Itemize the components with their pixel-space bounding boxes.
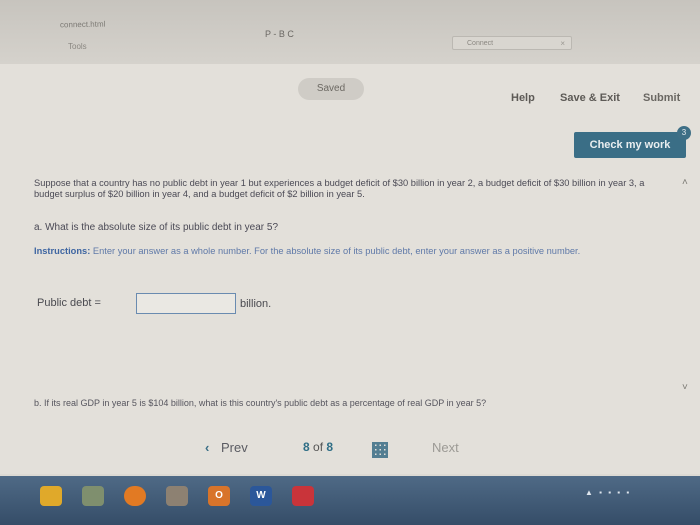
prev-button[interactable]: ‹ Prev [205, 440, 248, 462]
question-text: Suppose that a country has no public deb… [34, 178, 645, 199]
address-url[interactable]: connect.html [60, 20, 106, 30]
help-link[interactable]: Help [511, 92, 535, 104]
outlook-icon[interactable]: O [208, 486, 230, 506]
instructions-text: Enter your answer as a whole number. For… [92, 246, 581, 256]
public-debt-label: Public debt = [37, 297, 101, 309]
total-pages: 8 [326, 440, 334, 454]
check-my-work-button[interactable]: Check my work [574, 132, 686, 158]
instructions: Instructions: Enter your answer as a who… [34, 246, 674, 257]
address-bar-icons[interactable]: P - B C [265, 29, 294, 39]
app-icon[interactable] [292, 486, 314, 506]
tab-close-icon[interactable]: × [560, 37, 565, 51]
prev-label: Prev [220, 440, 248, 455]
current-page: 8 [303, 440, 310, 454]
browser-tab[interactable]: Connect × [452, 36, 572, 50]
submit-link[interactable]: Submit [643, 92, 680, 104]
next-label: Next [432, 440, 459, 455]
question-grid-icon[interactable] [372, 442, 388, 458]
saved-status-badge: Saved [298, 78, 364, 100]
of-label: of [313, 440, 324, 454]
tools-menu[interactable]: Tools [68, 42, 87, 51]
browser-chrome: connect.html P - B C Tools Connect × [0, 0, 700, 64]
firefox-icon[interactable] [124, 486, 146, 506]
part-a-prompt: a. What is the absolute size of its publ… [34, 222, 279, 233]
instructions-label: Instructions: [34, 246, 91, 256]
save-exit-link[interactable]: Save & Exit [560, 92, 620, 104]
chevron-left-icon: ‹ [205, 440, 210, 455]
tab-title: Connect [467, 40, 494, 47]
chevron-down-icon[interactable]: ˅ [682, 382, 688, 393]
chrome-icon[interactable] [40, 486, 62, 506]
word-icon[interactable]: W [250, 486, 272, 506]
chevron-up-icon[interactable]: ˄ [682, 177, 688, 188]
check-count-badge: 3 [677, 126, 691, 140]
page-indicator: 8 of 8 [303, 440, 333, 462]
next-button[interactable]: Next [432, 440, 459, 462]
billion-unit-label: billion. [240, 298, 272, 310]
page-content: Saved Help Save & Exit Submit Check my w… [0, 64, 700, 474]
public-debt-input[interactable] [136, 293, 236, 314]
taskbar: O W ▲ ▪ ▪ ▪ ▪ [0, 476, 700, 525]
explorer-icon[interactable] [82, 486, 104, 506]
system-tray[interactable]: ▲ ▪ ▪ ▪ ▪ [585, 488, 631, 497]
part-b-prompt: b. If its real GDP in year 5 is $104 bil… [34, 398, 487, 408]
media-icon[interactable] [166, 486, 188, 506]
screen: connect.html P - B C Tools Connect × Sav… [0, 0, 700, 525]
